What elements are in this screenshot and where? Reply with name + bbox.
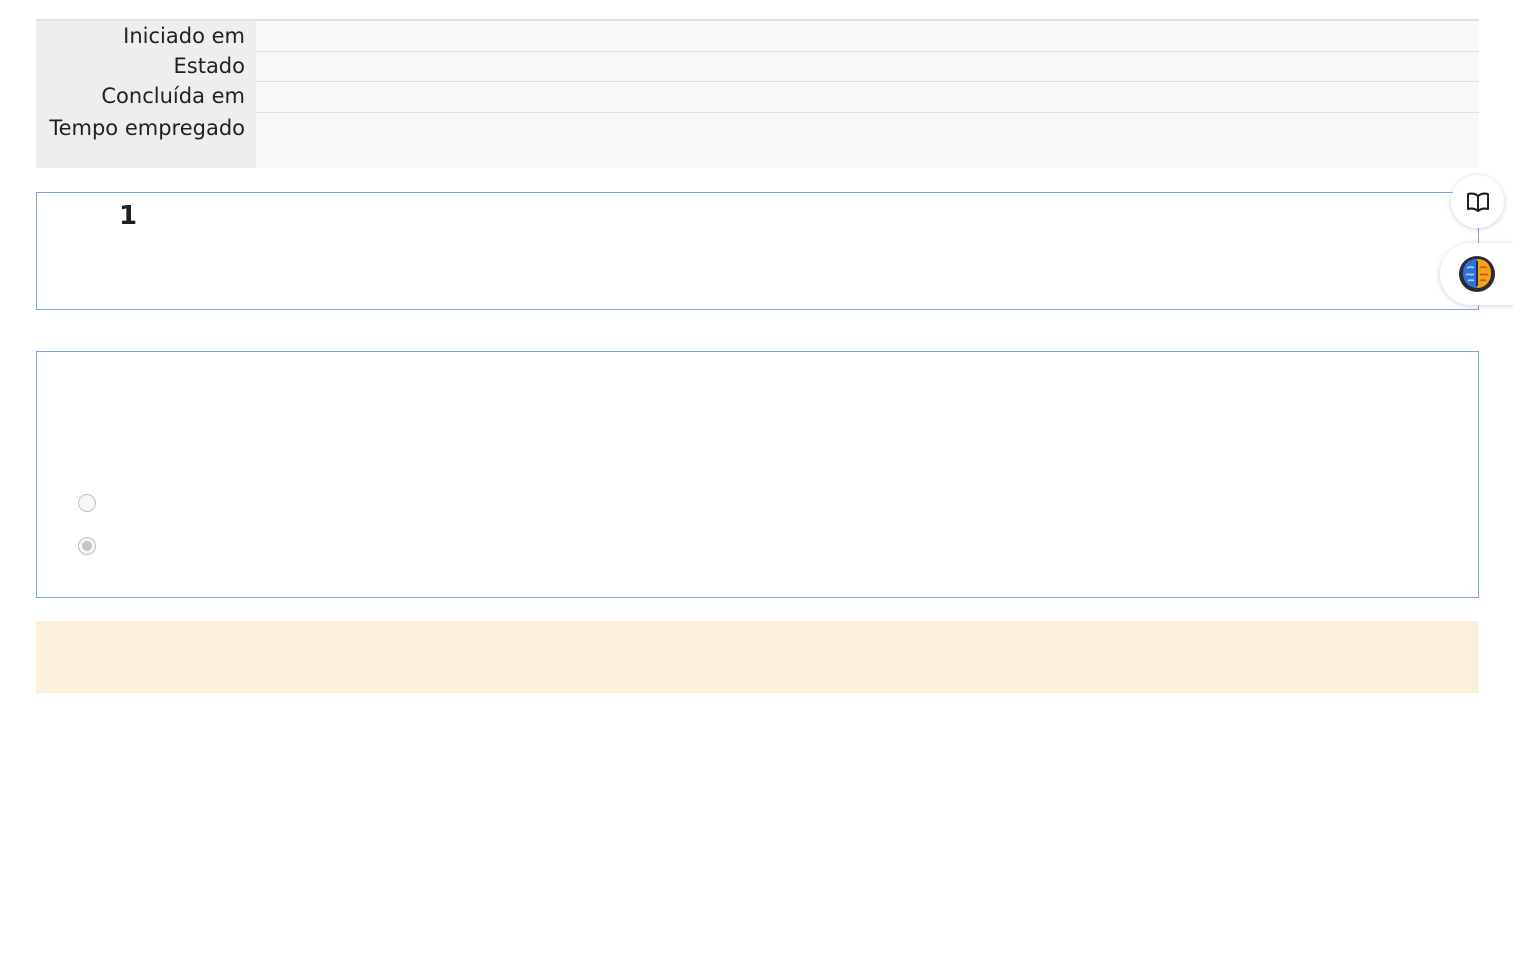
answer-option-radio-2[interactable] <box>78 537 96 555</box>
summary-label-completed: Concluída em <box>36 81 256 112</box>
answer-option-radio-1[interactable] <box>78 494 96 512</box>
question-info-box: 1 <box>36 192 1479 310</box>
summary-value-started <box>256 20 1479 51</box>
reader-button[interactable] <box>1451 175 1504 228</box>
summary-row-completed: Concluída em <box>36 80 1479 112</box>
summary-label-time-taken: Tempo empregado <box>36 112 256 168</box>
quiz-summary-table: Iniciado em Estado Concluída em Tempo em… <box>36 19 1479 168</box>
question-content-box <box>36 351 1479 598</box>
summary-label-state: Estado <box>36 51 256 81</box>
summary-row-time-taken: Tempo empregado <box>36 111 1479 168</box>
brain-icon <box>1459 256 1495 292</box>
summary-value-time-taken <box>256 111 1479 168</box>
question-number: 1 <box>119 201 138 231</box>
feedback-box <box>36 621 1479 693</box>
assistant-button[interactable] <box>1440 243 1514 305</box>
summary-value-state <box>256 50 1479 81</box>
book-open-icon <box>1466 192 1489 212</box>
summary-label-started: Iniciado em <box>36 20 256 51</box>
summary-row-started: Iniciado em <box>36 20 1479 51</box>
summary-value-completed <box>256 80 1479 112</box>
summary-row-state: Estado <box>36 50 1479 81</box>
